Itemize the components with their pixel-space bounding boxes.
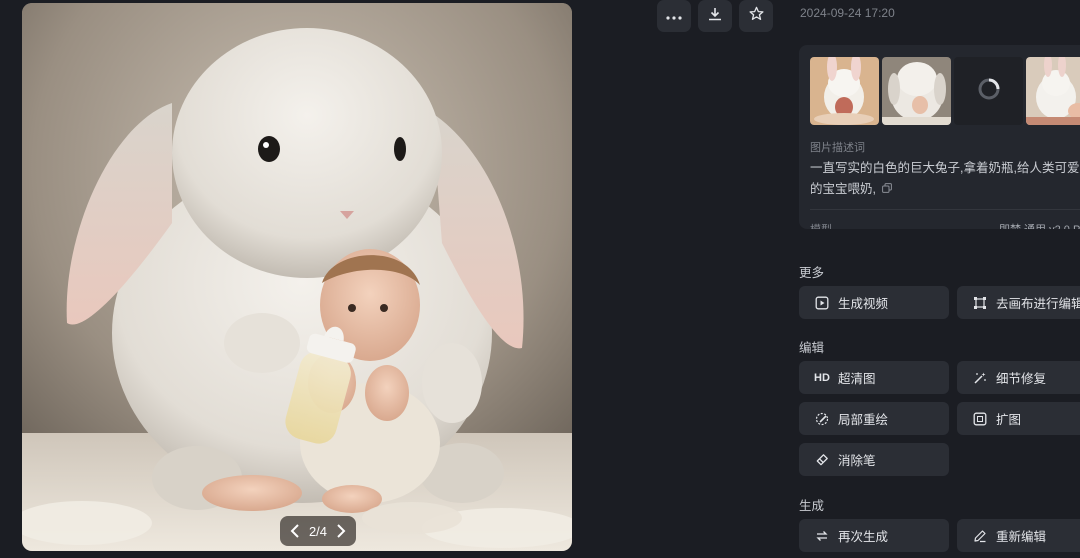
hd-upscale-label: 超清图 <box>838 372 876 386</box>
pager-count: 2/4 <box>308 523 328 539</box>
download-button[interactable] <box>698 0 732 32</box>
card-divider <box>810 209 1080 210</box>
generate-video-button[interactable]: 生成视频 <box>799 286 949 319</box>
edit-on-canvas-button[interactable]: 去画布进行编辑 <box>957 286 1080 319</box>
thumbnail-3-loading[interactable] <box>954 57 1023 125</box>
generate-video-label: 生成视频 <box>838 297 889 311</box>
more-button[interactable] <box>657 0 691 32</box>
model-label: 模型 <box>810 221 832 229</box>
regenerate-icon <box>814 528 830 544</box>
re-edit-button[interactable]: 重新编辑 <box>957 519 1080 552</box>
bunny-baby-image <box>22 3 572 551</box>
eraser-label: 消除笔 <box>838 454 876 468</box>
eraser-icon <box>814 452 830 468</box>
more-icon <box>666 7 682 25</box>
image-pager: 2/4 <box>280 516 356 546</box>
expand-image-label: 扩图 <box>996 413 1022 427</box>
main-image[interactable]: 2/4 <box>22 3 572 551</box>
hd-icon: HD <box>814 371 830 384</box>
model-value: 即梦 通用 v2.0 Pro <box>999 221 1080 229</box>
edit-pen-icon <box>972 528 988 544</box>
detail-repair-button[interactable]: 细节修复 <box>957 361 1080 394</box>
edit-on-canvas-label: 去画布进行编辑 <box>996 297 1080 311</box>
section-generate-title: 生成 <box>799 499 825 513</box>
inpaint-label: 局部重绘 <box>838 413 889 427</box>
inpaint-button[interactable]: 局部重绘 <box>799 402 949 435</box>
inpaint-icon <box>814 411 830 427</box>
expand-icon <box>972 411 988 427</box>
detail-repair-label: 细节修复 <box>996 372 1047 386</box>
image-detail-view: 2/4 2024-09-24 17:20 图片描述词 一直写实的白色的巨大兔子,… <box>0 0 1080 558</box>
copy-icon[interactable] <box>882 179 893 200</box>
chevron-left-icon[interactable] <box>288 524 302 538</box>
video-icon <box>814 295 830 311</box>
favorite-button[interactable] <box>739 0 773 32</box>
section-more-title: 更多 <box>799 266 825 280</box>
download-icon <box>708 7 722 26</box>
thumbnail-strip <box>810 57 1080 125</box>
thumbnail-4[interactable] <box>1026 57 1080 125</box>
thumbnail-2[interactable] <box>882 57 951 125</box>
prompt-text: 一直写实的白色的巨大兔子,拿着奶瓶,给人类可爱的宝宝喂奶, <box>810 161 1080 196</box>
created-timestamp: 2024-09-24 17:20 <box>800 6 895 20</box>
regenerate-button[interactable]: 再次生成 <box>799 519 949 552</box>
hd-upscale-button[interactable]: HD 超清图 <box>799 361 949 394</box>
image-info-card: 图片描述词 一直写实的白色的巨大兔子,拿着奶瓶,给人类可爱的宝宝喂奶, 模型 即… <box>799 45 1080 229</box>
regenerate-label: 再次生成 <box>838 530 889 544</box>
prompt-description: 一直写实的白色的巨大兔子,拿着奶瓶,给人类可爱的宝宝喂奶, <box>810 158 1080 200</box>
star-icon <box>748 6 764 26</box>
re-edit-label: 重新编辑 <box>996 530 1047 544</box>
chevron-right-icon[interactable] <box>334 524 348 538</box>
expand-image-button[interactable]: 扩图 <box>957 402 1080 435</box>
section-edit-title: 编辑 <box>799 341 825 355</box>
canvas-icon <box>972 295 988 311</box>
thumbnail-1[interactable] <box>810 57 879 125</box>
eraser-button[interactable]: 消除笔 <box>799 443 949 476</box>
description-label: 图片描述词 <box>810 142 865 154</box>
loading-spinner-icon <box>977 77 1001 106</box>
magic-wand-icon <box>972 370 988 386</box>
